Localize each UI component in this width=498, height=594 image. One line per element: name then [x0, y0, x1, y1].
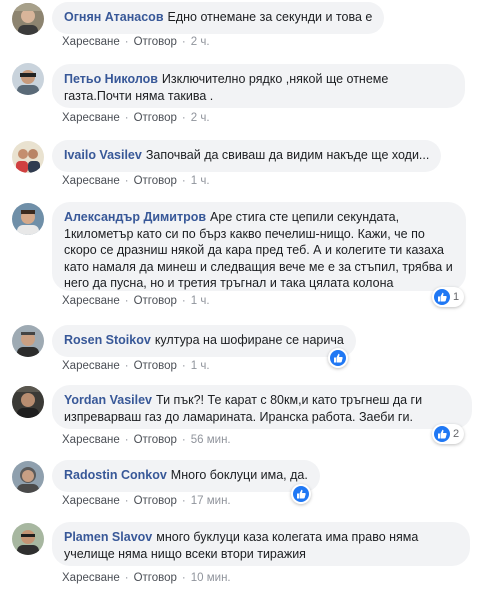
comment-time[interactable]: 10 мин.: [191, 572, 231, 584]
reply-link[interactable]: Отговор: [134, 572, 177, 584]
comment-text: Започвай да свиваш да видим накъде ще хо…: [145, 148, 430, 162]
reply-link[interactable]: Отговор: [134, 495, 177, 507]
like-reaction-icon: [293, 486, 309, 502]
comment-author[interactable]: Александър Димитров: [64, 210, 206, 224]
reply-link[interactable]: Отговор: [134, 360, 177, 372]
comment-bubble: Петьо Николов Изключително рядко ,някой щ…: [52, 64, 465, 108]
comment-author[interactable]: Петьо Николов: [64, 72, 158, 86]
comment-actions: Харесване · Отговор · 2 ч.: [62, 36, 210, 48]
like-link[interactable]: Харесване: [62, 175, 120, 187]
comment-text: култура на шофиране се нарича: [154, 333, 344, 347]
reaction-count-value: 1: [453, 291, 460, 303]
comment-bubble: Огнян Атанасов Едно отнемане за секунди и…: [52, 2, 385, 34]
reaction-count[interactable]: [328, 348, 348, 368]
comment-time[interactable]: 2 ч.: [191, 36, 210, 48]
comment-bubble: Александър Димитров Аре стига сте цепили …: [52, 202, 466, 291]
comment-time[interactable]: 17 мин.: [191, 495, 231, 507]
reaction-count-value: 2: [453, 428, 460, 440]
reaction-count[interactable]: 2: [432, 424, 465, 444]
reply-link[interactable]: Отговор: [134, 434, 177, 446]
avatar[interactable]: [12, 203, 44, 235]
like-link[interactable]: Харесване: [62, 434, 120, 446]
like-reaction-icon: [434, 289, 450, 305]
comment-bubble: Plamen Slavov много буклуци каза колегата…: [52, 522, 470, 566]
reply-link[interactable]: Отговор: [134, 295, 177, 307]
avatar[interactable]: [12, 325, 44, 357]
reaction-count[interactable]: 1: [432, 287, 465, 307]
comment-bubble: Ivailo Vasilev Започвай да свиваш да види…: [52, 140, 442, 172]
comment-actions: Харесване · Отговор · 1 ч.: [62, 295, 210, 307]
comment-time[interactable]: 56 мин.: [191, 434, 231, 446]
reply-link[interactable]: Отговор: [134, 112, 177, 124]
like-link[interactable]: Харесване: [62, 112, 120, 124]
like-link[interactable]: Харесване: [62, 495, 120, 507]
comment-author[interactable]: Radostin Conkov: [64, 468, 167, 482]
like-reaction-icon: [434, 426, 450, 442]
comment-actions: Харесване · Отговор · 2 ч.: [62, 112, 210, 124]
comment-time[interactable]: 1 ч.: [191, 175, 210, 187]
like-link[interactable]: Харесване: [62, 295, 120, 307]
comment-actions: Харесване · Отговор · 10 мин.: [62, 572, 231, 584]
comment-time[interactable]: 1 ч.: [191, 360, 210, 372]
comment-author[interactable]: Rosen Stoikov: [64, 333, 151, 347]
comment-author[interactable]: Ivailo Vasilev: [64, 148, 142, 162]
comment-actions: Харесване · Отговор · 1 ч.: [62, 360, 210, 372]
reply-link[interactable]: Отговор: [134, 36, 177, 48]
comment-bubble: Rosen Stoikov култура на шофиране се нари…: [52, 325, 356, 357]
avatar[interactable]: [12, 386, 44, 418]
like-link[interactable]: Харесване: [62, 572, 120, 584]
comment-bubble: Radostin Conkov Много боклуци има, да.: [52, 460, 320, 492]
comment-author[interactable]: Огнян Атанасов: [64, 10, 164, 24]
comment-author[interactable]: Yordan Vasilev: [64, 393, 152, 407]
comment-time[interactable]: 1 ч.: [191, 295, 210, 307]
comment-bubble: Yordan Vasilev Ти пък?! Те карат с 80км,и…: [52, 385, 472, 429]
avatar[interactable]: [12, 63, 44, 95]
comment-author[interactable]: Plamen Slavov: [64, 530, 152, 544]
like-reaction-icon: [330, 350, 346, 366]
like-link[interactable]: Харесване: [62, 360, 120, 372]
comment-actions: Харесване · Отговор · 56 мин.: [62, 434, 231, 446]
comment-text: Много боклуци има, да.: [170, 468, 308, 482]
comment-text: Едно отнемане за секунди и това е: [167, 10, 373, 24]
avatar[interactable]: [12, 523, 44, 555]
avatar[interactable]: [12, 141, 44, 173]
comment-time[interactable]: 2 ч.: [191, 112, 210, 124]
comment-actions: Харесване · Отговор · 1 ч.: [62, 175, 210, 187]
like-link[interactable]: Харесване: [62, 36, 120, 48]
reply-link[interactable]: Отговор: [134, 175, 177, 187]
avatar[interactable]: [12, 461, 44, 493]
comment-actions: Харесване · Отговор · 17 мин.: [62, 495, 231, 507]
reaction-count[interactable]: [291, 484, 311, 504]
avatar[interactable]: [12, 3, 44, 35]
